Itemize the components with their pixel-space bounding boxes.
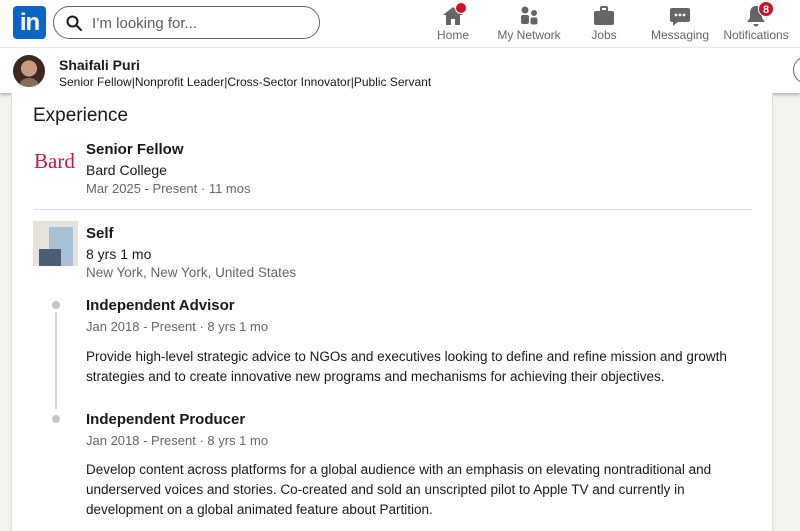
search-box[interactable]: [53, 6, 320, 39]
profile-headline: Senior Fellow|Nonprofit Leader|Cross-Sec…: [59, 75, 432, 89]
sticky-profile-bar: Shaifali Puri Senior Fellow|Nonprofit Le…: [0, 47, 800, 93]
nav-notifications[interactable]: 8 Notifications: [722, 1, 790, 45]
briefcase-icon: [594, 6, 614, 25]
experience-duration: 8 yrs 1 mo: [86, 246, 152, 262]
people-icon: [521, 6, 538, 25]
experience-card: Experience Bard Senior Fellow Bard Colle…: [11, 93, 773, 531]
more-actions-button[interactable]: [793, 56, 800, 84]
nav-jobs[interactable]: Jobs: [580, 3, 628, 45]
search-icon: [66, 15, 82, 31]
notifications-badge: 8: [758, 1, 774, 17]
nav-jobs-label: Jobs: [591, 28, 617, 42]
timeline-dot: [52, 415, 60, 423]
timeline-dot: [52, 301, 60, 309]
nav-notifications-label: Notifications: [723, 28, 789, 42]
nav-messaging[interactable]: Messaging: [650, 3, 710, 45]
experience-title: Senior Fellow: [86, 141, 184, 158]
nav-messaging-label: Messaging: [650, 28, 710, 42]
top-nav: in Home My Network Jobs Messa: [0, 0, 800, 47]
nav-home-label: Home: [436, 28, 469, 42]
role-description: Provide high-level strategic advice to N…: [86, 349, 727, 384]
role-title: Independent Producer: [86, 411, 246, 428]
linkedin-logo[interactable]: in: [13, 6, 46, 39]
role-title: Independent Advisor: [86, 297, 235, 314]
bard-college-logo[interactable]: Bard: [34, 149, 78, 174]
experience-organization: Bard College: [86, 162, 167, 178]
experience-dates: Mar 2025 - Present · 11 mos: [86, 181, 251, 196]
experience-title: Self: [86, 225, 114, 242]
role-dates: Jan 2018 - Present · 8 yrs 1 mo: [86, 319, 269, 334]
nav-my-network[interactable]: My Network: [492, 3, 566, 45]
self-company-logo[interactable]: [33, 221, 78, 266]
chat-icon: [670, 8, 690, 26]
home-activity-dot: [455, 2, 467, 14]
profile-name: Shaifali Puri: [59, 57, 140, 73]
timeline-line: [55, 312, 57, 409]
search-input[interactable]: [92, 12, 302, 34]
divider: [34, 209, 752, 210]
nav-home[interactable]: Home: [425, 2, 481, 45]
nav-my-network-label: My Network: [497, 28, 561, 42]
avatar[interactable]: [13, 55, 45, 87]
section-title: Experience: [33, 105, 129, 126]
role-description: Develop content across platforms for a g…: [86, 462, 712, 517]
role-dates: Jan 2018 - Present · 8 yrs 1 mo: [86, 433, 269, 448]
experience-location: New York, New York, United States: [86, 265, 297, 280]
